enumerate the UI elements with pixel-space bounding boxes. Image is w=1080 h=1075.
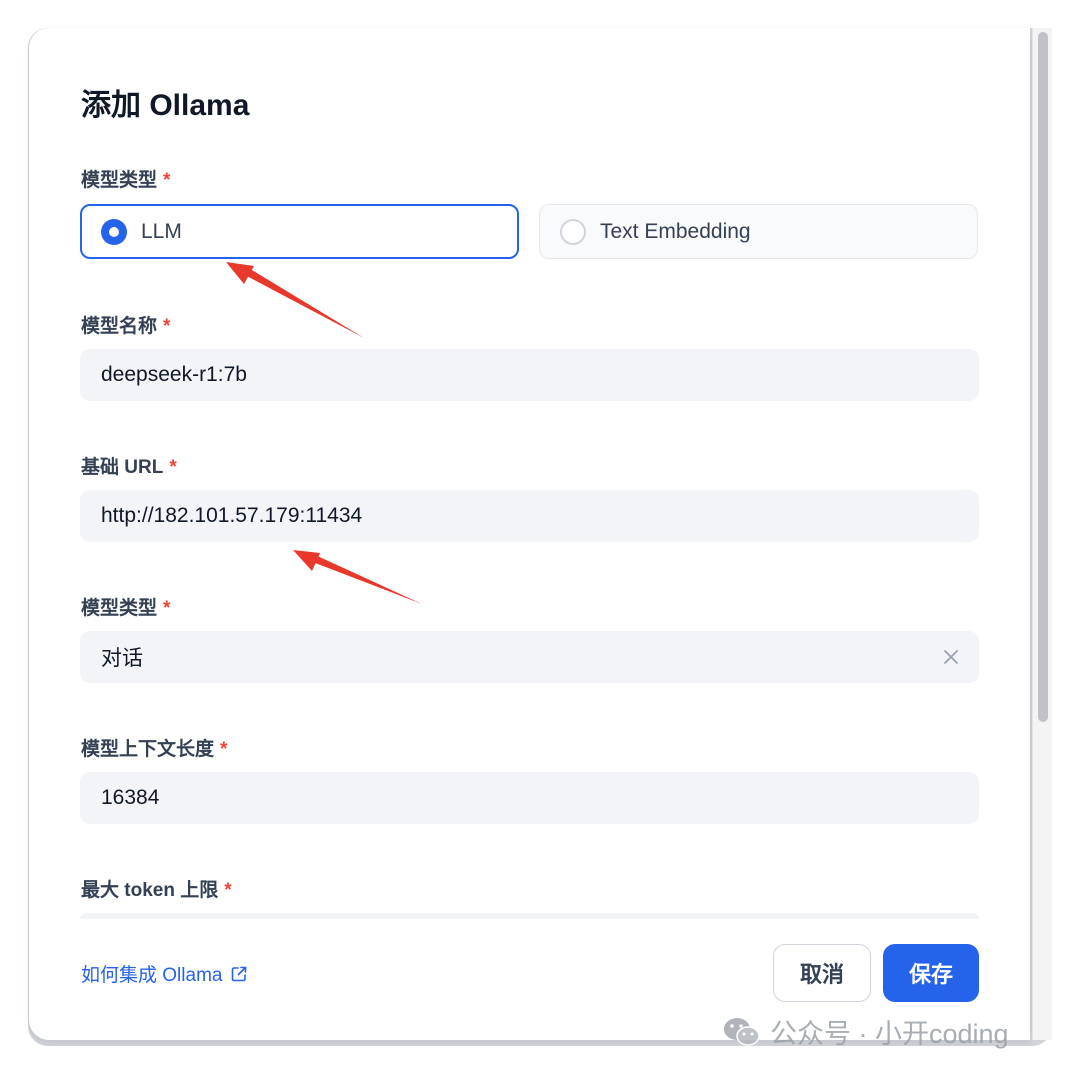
max-tokens-input[interactable]	[80, 913, 979, 919]
max-tokens-label: 最大 token 上限 *	[81, 880, 232, 901]
required-mark: *	[169, 457, 177, 478]
model-type-label: 模型类型 *	[81, 598, 171, 619]
help-link-ollama[interactable]: 如何集成 Ollama	[81, 960, 248, 987]
required-mark: *	[224, 880, 232, 901]
scrollbar[interactable]	[1032, 28, 1052, 1040]
add-ollama-dialog: 添加 Ollama 模型类型 * LLM Text Embedding 模型名称 *…	[29, 28, 1030, 1040]
external-link-icon	[230, 965, 248, 983]
watermark: 公众号 · 小开coding	[722, 1012, 1009, 1051]
radio-checked-icon	[101, 218, 127, 245]
model-name-input[interactable]: deepseek-r1:7b	[80, 349, 979, 401]
model-type-select[interactable]: 对话	[80, 631, 979, 683]
model-kind-label: 模型类型 *	[81, 170, 171, 191]
required-mark: *	[163, 316, 171, 337]
radio-unchecked-icon	[560, 218, 586, 245]
wechat-icon	[722, 1015, 762, 1049]
base-url-input[interactable]: http://182.101.57.179:11434	[80, 490, 979, 542]
cancel-button[interactable]: 取消	[773, 944, 871, 1002]
radio-option-text-embedding[interactable]: Text Embedding	[539, 204, 978, 259]
save-button[interactable]: 保存	[883, 944, 979, 1002]
model-name-label: 模型名称 *	[81, 316, 171, 337]
close-icon[interactable]	[939, 645, 963, 669]
context-length-input[interactable]: 16384	[80, 772, 979, 824]
scrollbar-thumb[interactable]	[1038, 32, 1048, 722]
dialog-title: 添加 Ollama	[81, 89, 250, 122]
base-url-label: 基础 URL *	[81, 457, 177, 478]
required-mark: *	[220, 739, 228, 760]
required-mark: *	[163, 170, 171, 191]
radio-option-llm[interactable]: LLM	[80, 204, 519, 259]
context-length-label: 模型上下文长度 *	[81, 739, 228, 760]
required-mark: *	[163, 598, 171, 619]
